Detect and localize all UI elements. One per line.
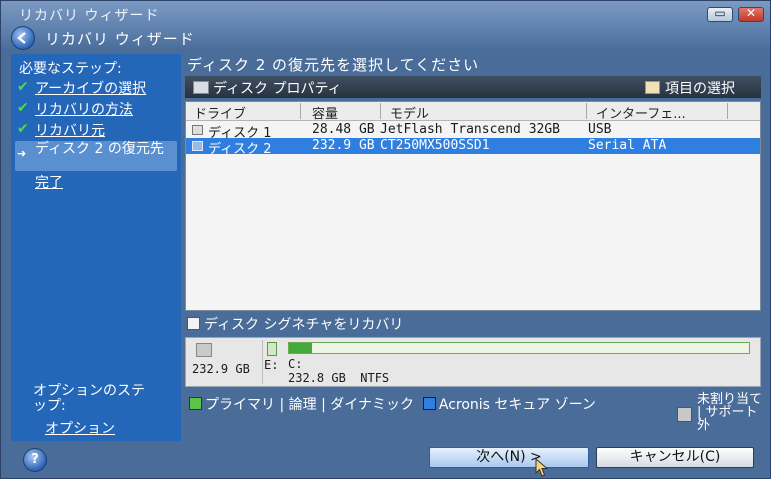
signature-label: ディスク シグネチャをリカバリ: [204, 317, 404, 333]
arrow-left-icon: [17, 32, 26, 44]
partition-letter-text: E:: [264, 358, 279, 372]
next-button[interactable]: 次へ(N) >: [429, 447, 589, 468]
check-icon: ✔: [17, 79, 29, 95]
cell-model: CT250MX500SSD1: [380, 138, 490, 153]
disk-icon: [192, 125, 203, 135]
check-icon: ✔: [17, 121, 29, 137]
cell-interface: USB: [588, 122, 612, 137]
current-step-arrow-icon: ➜: [17, 147, 27, 160]
step-label[interactable]: リカバリ元: [35, 120, 105, 140]
primary-swatch-icon: [189, 397, 202, 410]
partition-usage-bar: [288, 342, 750, 354]
cell-capacity: 232.9 GB: [312, 138, 375, 153]
cancel-button[interactable]: キャンセル(C): [596, 447, 754, 468]
check-icon: ✔: [17, 100, 29, 116]
step-label[interactable]: アーカイブの選択: [35, 78, 146, 98]
partition-marker-icon: [267, 342, 277, 356]
cell-interface: Serial ATA: [588, 138, 667, 153]
column-header-capacity[interactable]: 容量: [312, 103, 338, 122]
column-divider[interactable]: [380, 103, 381, 119]
legend-primary: プライマリ | 論理 | ダイナミック: [205, 397, 414, 413]
partition-disk[interactable]: 232.9 GB: [190, 340, 263, 384]
partition-block[interactable]: C: 232.8 GB NTFS: [286, 340, 754, 385]
legend-unallocated: 未割り当て | サポート外: [697, 392, 763, 433]
step-label: ディスク 2 の復元先: [35, 141, 164, 157]
column-divider[interactable]: [727, 103, 728, 119]
close-button[interactable]: ✕: [738, 6, 764, 22]
partition-info: 232.8 GB NTFS: [288, 371, 390, 385]
wizard-title: リカバリ ウィザード: [45, 30, 195, 48]
step-label[interactable]: 完了: [35, 172, 63, 192]
wizard-header: リカバリ ウィザード: [11, 26, 511, 50]
restore-icon: ▭: [714, 6, 726, 20]
close-icon: ✕: [745, 6, 757, 20]
mouse-cursor-icon: [535, 458, 549, 477]
column-header-model[interactable]: モデル: [390, 103, 429, 122]
column-divider[interactable]: [586, 103, 587, 119]
step-recovery-source[interactable]: ✔ リカバリ元: [15, 120, 177, 140]
cell-capacity: 28.48 GB: [312, 122, 375, 137]
legend-acronis: Acronis セキュア ゾーン: [438, 397, 596, 413]
disk-icon: [192, 141, 203, 151]
partition-legend: プライマリ | 論理 | ダイナミック Acronis セキュア ゾーン: [189, 394, 596, 414]
unallocated-swatch-icon: [677, 407, 692, 422]
step-finish[interactable]: 完了: [15, 172, 177, 192]
step-disk2-destination[interactable]: ➜ ディスク 2 の復元先: [15, 141, 177, 171]
step-label[interactable]: リカバリの方法: [35, 99, 133, 119]
table-row[interactable]: ディスク 1 28.48 GB JetFlash Transcend 32GB …: [186, 122, 760, 141]
wizard-window: リカバリ ウィザード ▭ ✕ リカバリ ウィザード 必要なステップ: ✔ アーカ…: [0, 0, 771, 479]
restore-button[interactable]: ▭: [707, 6, 733, 22]
acronis-swatch-icon: [422, 397, 436, 410]
steps-heading: 必要なステップ:: [19, 61, 122, 77]
options-heading: オプションのステップ:: [33, 383, 145, 414]
properties-icon: [193, 81, 209, 94]
disk-icon: [196, 343, 212, 357]
help-button[interactable]: ?: [23, 448, 47, 472]
instruction-text: ディスク 2 の復元先を選択してください: [187, 56, 480, 74]
column-divider[interactable]: [300, 103, 301, 119]
disk-size: 232.9 GB: [192, 362, 250, 376]
cell-model: JetFlash Transcend 32GB: [380, 122, 561, 137]
disk-table[interactable]: ドライブ 容量 モデル インターフェ... ディスク 1 28.48 GB Je…: [185, 101, 761, 311]
table-row-selected[interactable]: ディスク 2 232.9 GB CT250MX500SSD1 Serial AT…: [186, 138, 760, 157]
partition-letter[interactable]: E:: [264, 340, 282, 384]
partition-panel: 232.9 GB E: C: 232.8 GB NTFS: [185, 337, 761, 387]
table-header: ドライブ 容量 モデル インターフェ...: [186, 102, 760, 122]
properties-title: ディスク プロパティ: [213, 81, 342, 97]
title-bar: リカバリ ウィザード ▭ ✕: [1, 1, 771, 25]
partition-drive: C:: [288, 357, 303, 371]
signature-checkbox[interactable]: [187, 317, 200, 330]
step-archive-selection[interactable]: ✔ アーカイブの選択: [15, 78, 177, 98]
back-button[interactable]: [11, 26, 35, 50]
column-header-interface[interactable]: インターフェ...: [596, 103, 686, 122]
partition-usage-fill: [289, 343, 312, 353]
cell-drive: ディスク 2: [208, 142, 272, 157]
select-items-button[interactable]: 項目の選択: [665, 78, 735, 98]
steps-panel: 必要なステップ: ✔ アーカイブの選択 ✔ リカバリの方法 ✔ リカバリ元 ➜ …: [11, 54, 181, 441]
step-recovery-method[interactable]: ✔ リカバリの方法: [15, 99, 177, 119]
disk-properties-bar: ディスク プロパティ 項目の選択: [185, 76, 761, 98]
options-link[interactable]: オプション: [45, 418, 115, 438]
column-header-drive[interactable]: ドライブ: [194, 103, 246, 122]
signature-checkbox-row[interactable]: ディスク シグネチャをリカバリ: [187, 314, 403, 334]
window-title: リカバリ ウィザード: [19, 8, 160, 24]
select-items-icon[interactable]: [645, 81, 660, 94]
